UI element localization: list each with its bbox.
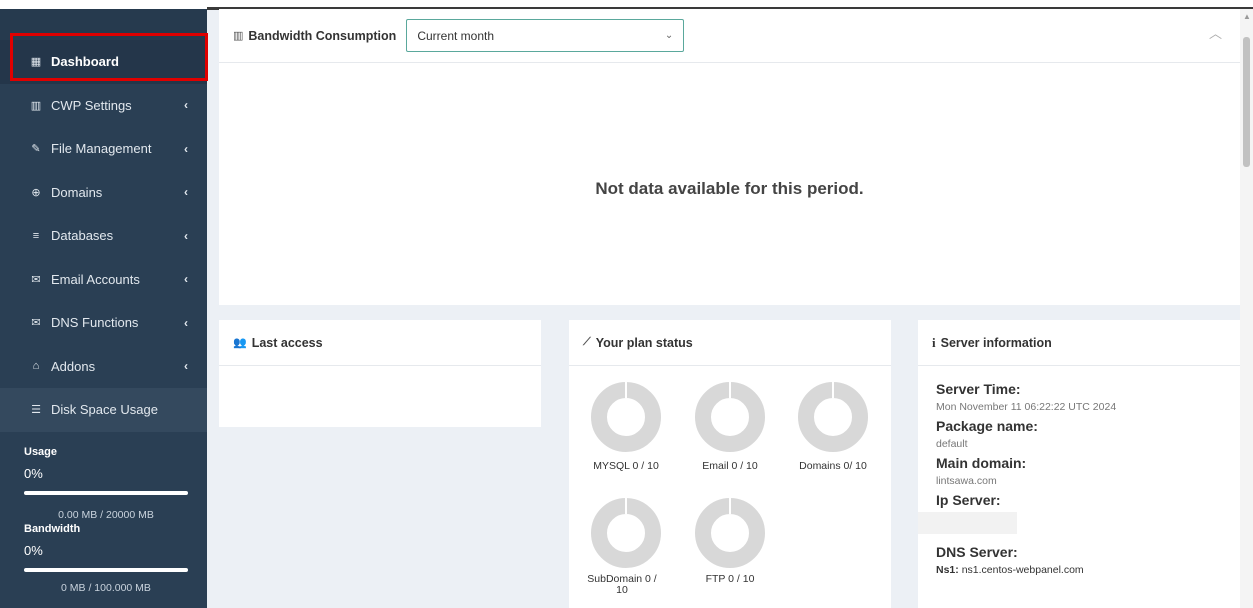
ns1-row: Ns1: ns1.centos-webpanel.com — [936, 564, 1222, 576]
sidebar-item-label: DNS Functions — [51, 315, 139, 331]
empty-message: Not data available for this period. — [595, 179, 864, 198]
donut-label: Domains 0/ 10 — [799, 460, 867, 472]
edit-icon: ✎ — [31, 143, 41, 156]
ip-server-redacted — [918, 512, 1017, 534]
package-value: default — [936, 438, 968, 450]
donut-label: MYSQL 0 / 10 — [593, 460, 659, 472]
bandwidth-panel: ▥ Bandwidth Consumption Current month ⌄ … — [219, 9, 1240, 305]
ip-server-label: Ip Server: — [936, 492, 1001, 508]
sidebar-item-disk-space-usage[interactable]: ☰ Disk Space Usage — [0, 388, 207, 432]
chevron-left-icon: ‹ — [184, 272, 188, 287]
sidebar-item-label: Databases — [51, 228, 114, 244]
database-icon: ≡ — [32, 229, 40, 242]
envelope-icon: ✉ — [31, 273, 41, 286]
list-icon: ☰ — [31, 404, 41, 417]
scrollbar-thumb[interactable] — [1243, 37, 1250, 167]
sidebar-item-label: Disk Space Usage — [51, 402, 158, 418]
sidebar-item-label: Email Accounts — [51, 271, 140, 287]
last-access-panel: 👥 Last access — [219, 320, 541, 427]
package-label: Package name: — [936, 418, 1038, 434]
usage-label: Usage — [24, 445, 58, 458]
sidebar-item-dns-functions[interactable]: ✉ DNS Functions ‹ — [0, 301, 207, 345]
bandwidth-panel-header: ▥ Bandwidth Consumption Current month ⌄ — [219, 9, 1240, 63]
info-icon: i — [932, 334, 936, 350]
chevron-left-icon: ‹ — [184, 228, 188, 243]
sidebar-item-addons[interactable]: ⌂ Addons ‹ — [0, 345, 207, 389]
email-donut — [695, 382, 765, 452]
chevron-left-icon: ‹ — [184, 185, 188, 200]
scroll-up-icon[interactable]: ▲ — [1243, 12, 1251, 21]
ns1-label: Ns1: — [936, 564, 959, 576]
panel-title: Server information — [940, 335, 1052, 350]
chevron-left-icon: ‹ — [184, 315, 188, 330]
chevron-left-icon: ‹ — [184, 141, 188, 156]
page-scrollbar[interactable]: ▲ — [1240, 9, 1253, 608]
institution-icon: ⌂ — [32, 360, 40, 373]
period-select[interactable]: Current month ⌄ — [406, 19, 685, 52]
last-access-header: 👥 Last access — [219, 320, 541, 366]
envelope-icon: ✉ — [31, 317, 41, 330]
line-chart-icon: ⟋ — [583, 336, 591, 348]
users-icon: 👥 — [233, 337, 247, 349]
chevron-left-icon: ‹ — [184, 98, 188, 113]
usage-percent: 0% — [24, 465, 43, 481]
bandwidth-progress-bar — [24, 567, 188, 572]
disk-usage-widget: Usage 0% 0.00 MB / 20000 MB Bandwidth 0%… — [0, 446, 207, 594]
server-time-label: Server Time: — [936, 381, 1021, 397]
period-select-value: Current month — [417, 28, 495, 43]
server-info-body: Server Time: Mon November 11 06:22:22 UT… — [918, 366, 1240, 576]
sidebar-item-domains[interactable]: ⊕ Domains ‹ — [0, 171, 207, 215]
plan-status-header: ⟋ Your plan status — [569, 320, 891, 366]
chevron-down-icon: ⌄ — [664, 30, 674, 41]
main-domain-label: Main domain: — [936, 455, 1027, 471]
main-domain-value: lintsawa.com — [936, 475, 997, 487]
bar-chart-icon: ▥ — [30, 99, 42, 112]
bandwidth-percent: 0% — [24, 542, 43, 558]
plan-status-panel: ⟋ Your plan status MYSQL 0 / 10 Email 0 … — [569, 320, 891, 608]
donut-label: Email 0 / 10 — [702, 460, 758, 472]
bar-chart-icon: ▥ — [233, 30, 244, 42]
ns1-value: ns1.centos-webpanel.com — [961, 564, 1084, 576]
bandwidth-label: Bandwidth — [24, 522, 81, 535]
domains-donut — [798, 382, 868, 452]
subdomain-donut — [591, 498, 661, 568]
chevron-left-icon: ‹ — [184, 359, 188, 374]
sidebar-header — [0, 9, 207, 40]
collapse-icon[interactable]: ︿ — [1209, 23, 1222, 42]
globe-icon: ⊕ — [31, 186, 41, 199]
donut-label: FTP 0 / 10 — [705, 573, 755, 585]
sidebar-item-label: Domains — [51, 184, 103, 200]
sidebar: ▦ Dashboard ▥ CWP Settings ‹ ✎ File Mana… — [0, 9, 207, 608]
server-info-panel: i Server information Server Time: Mon No… — [918, 320, 1240, 608]
dashboard-icon: ▦ — [30, 56, 42, 69]
sidebar-item-file-management[interactable]: ✎ File Management ‹ — [0, 127, 207, 171]
donut-label: SubDomain 0 / 10 — [587, 573, 657, 596]
sidebar-item-label: File Management — [51, 141, 152, 157]
panel-title: Last access — [251, 335, 323, 350]
panel-title: Your plan status — [595, 335, 693, 350]
mysql-donut — [591, 382, 661, 452]
sidebar-item-databases[interactable]: ≡ Databases ‹ — [0, 214, 207, 258]
usage-progress-bar — [24, 490, 188, 495]
usage-amount: 0.00 MB / 20000 MB — [58, 508, 154, 521]
bandwidth-amount: 0 MB / 100.000 MB — [61, 581, 151, 594]
top-border — [0, 0, 1253, 10]
server-time-value: Mon November 11 06:22:22 UTC 2024 — [936, 401, 1117, 413]
sidebar-item-dashboard[interactable]: ▦ Dashboard — [0, 40, 207, 84]
ftp-donut — [695, 498, 765, 568]
panel-title: Bandwidth Consumption — [248, 28, 397, 43]
server-info-header: i Server information — [918, 320, 1240, 366]
sidebar-item-label: Addons — [51, 358, 96, 374]
sidebar-item-label: Dashboard — [51, 54, 119, 70]
dns-server-label: DNS Server: — [936, 544, 1018, 560]
sidebar-item-cwp-settings[interactable]: ▥ CWP Settings ‹ — [0, 84, 207, 128]
sidebar-item-label: CWP Settings — [51, 97, 132, 113]
sidebar-item-email-accounts[interactable]: ✉ Email Accounts ‹ — [0, 258, 207, 302]
